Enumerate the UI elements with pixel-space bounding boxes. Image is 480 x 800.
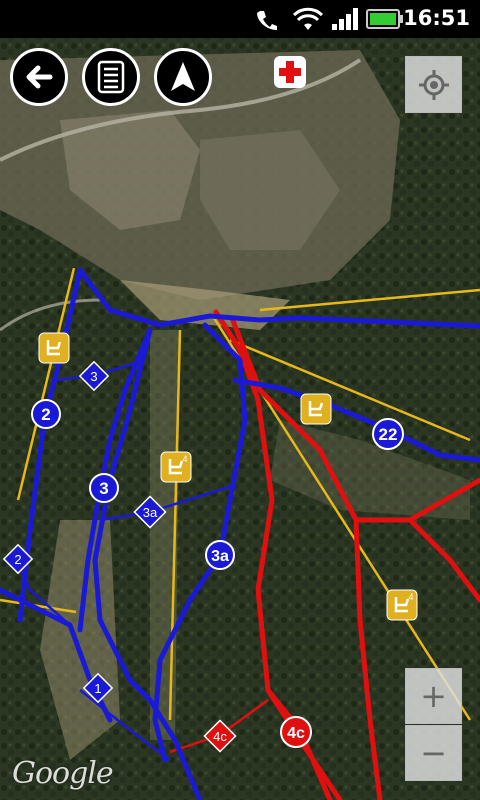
my-location-button[interactable] [405,56,462,113]
chairlift-icon[interactable] [38,332,70,364]
zoom-in-button[interactable]: + [405,668,462,724]
list-icon [97,60,125,94]
chairlift-icon[interactable]: 4 [160,451,192,483]
back-button[interactable] [10,48,68,106]
clock: 16:51 [403,6,470,30]
svg-text:3: 3 [99,479,108,498]
chairlift-icon[interactable]: 4 [386,589,418,621]
svg-text:2: 2 [14,552,21,567]
svg-text:4c: 4c [213,729,227,744]
chairlift-icon[interactable] [300,393,332,425]
svg-text:3a: 3a [211,548,229,565]
run-marker[interactable]: 2 [31,399,61,429]
navigation-arrow-icon [171,62,195,91]
svg-text:4: 4 [182,454,187,464]
google-attribution: Google [12,756,114,791]
status-bar: 16:51 [0,0,480,38]
svg-text:3: 3 [90,369,97,384]
back-arrow-icon [26,65,53,89]
battery-icon [366,9,403,29]
svg-text:2: 2 [41,405,50,424]
navigate-button[interactable] [154,48,212,106]
wifi-icon [292,7,324,30]
red-cross-icon [279,61,301,83]
my-location-icon [418,69,449,100]
zoom-out-label: − [420,734,447,772]
svg-text:4c: 4c [287,725,305,742]
svg-text:22: 22 [379,425,398,444]
svg-text:1: 1 [94,681,101,696]
phone-call-icon [257,11,277,30]
zoom-out-button[interactable]: − [405,725,462,781]
first-aid-icon[interactable] [274,56,306,88]
zoom-in-label: + [420,677,447,715]
run-marker[interactable]: 22 [372,418,404,450]
cell-signal-icon [332,8,358,30]
svg-text:4: 4 [408,592,413,602]
svg-text:3a: 3a [143,505,158,520]
run-marker[interactable]: 3 [89,473,119,503]
run-marker[interactable]: 3a [205,540,235,570]
list-button[interactable] [82,48,140,106]
run-marker[interactable]: 4c [280,716,312,748]
